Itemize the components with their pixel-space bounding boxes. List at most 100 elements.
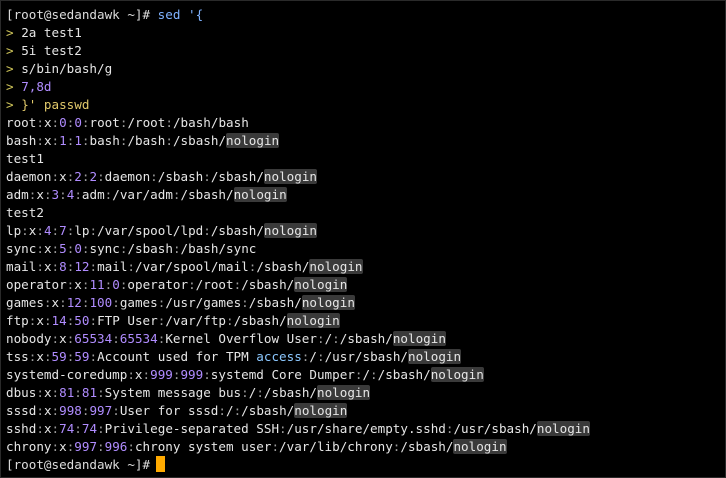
- field-separator: :: [51, 115, 60, 130]
- current-prompt-line[interactable]: [root@sedandawk ~]#: [6, 456, 725, 474]
- field-separator: :: [74, 421, 82, 436]
- text-cursor[interactable]: [156, 456, 166, 472]
- continuation-line: > 7,8d: [6, 78, 725, 96]
- continuation-text: s/bin/bash/g: [21, 61, 113, 76]
- shell-prompt: [root@sedandawk ~]#: [6, 7, 151, 22]
- shell-path: /sbash/: [172, 133, 227, 148]
- field-separator: :: [51, 241, 60, 256]
- field-separator: :: [89, 223, 98, 238]
- field-separator: :: [43, 349, 52, 364]
- field-text: sync: [6, 241, 37, 256]
- field-separator: :: [97, 169, 105, 184]
- field-separator: :: [165, 133, 173, 148]
- field-text: lp: [74, 223, 90, 238]
- continuation-line: > s/bin/bash/g: [6, 60, 725, 78]
- shell-prompt-current: [root@sedandawk ~]#: [6, 457, 151, 472]
- field-text: adm: [6, 187, 29, 202]
- field-separator: :: [97, 421, 105, 436]
- terminal-window[interactable]: [root@sedandawk ~]# sed '{ > 2a test1 > 5…: [0, 0, 726, 478]
- field-separator: :: [97, 439, 105, 454]
- field-text: sssd: [6, 403, 37, 418]
- continuation-marker: >: [6, 25, 14, 40]
- command-line: [root@sedandawk ~]# sed '{: [6, 6, 725, 24]
- field-text: Privilege-separated SSH: [104, 421, 280, 436]
- continuation-marker: >: [6, 61, 14, 76]
- output-line: test2: [6, 205, 44, 220]
- field-separator: :: [43, 187, 52, 202]
- field-separator: :: [127, 259, 136, 274]
- command-output: root:x:0:0:root:/root:/bash/bash bash:x:1…: [6, 114, 725, 456]
- field-text: bash: [89, 133, 120, 148]
- id-number: 100: [89, 295, 113, 310]
- id-number: 12: [74, 259, 90, 274]
- field-text: daemon: [104, 169, 151, 184]
- continuation-text: }' passwd: [21, 97, 90, 112]
- output-line: dbus:x:81:81:System message bus:/:/sbash…: [6, 384, 725, 402]
- field-separator: :: [127, 367, 135, 382]
- field-text: x: [59, 169, 67, 184]
- field-separator: :: [81, 241, 90, 256]
- field-text: /bash: [127, 133, 166, 148]
- nologin-highlight: nologin: [317, 385, 371, 400]
- field-separator: :: [150, 169, 158, 184]
- field-separator: :: [316, 331, 325, 346]
- field-separator: :: [203, 367, 211, 382]
- field-separator: :: [112, 403, 120, 418]
- nologin-highlight: nologin: [263, 223, 317, 238]
- output-line: nobody:x:65534:65534:Kernel Overflow Use…: [6, 330, 725, 348]
- field-text: x: [43, 133, 52, 148]
- field-separator: :: [36, 223, 44, 238]
- field-text: root: [89, 115, 120, 130]
- nologin-highlight: nologin: [226, 133, 280, 148]
- field-text: x: [134, 367, 143, 382]
- field-text: dbus: [6, 385, 37, 400]
- nologin-highlight: nologin: [294, 277, 348, 292]
- id-number: 50: [74, 313, 90, 328]
- field-text: root: [6, 115, 37, 130]
- shell-path: /sbash/: [180, 187, 234, 202]
- id-number: 3: [51, 187, 60, 202]
- field-text: /sbash: [127, 241, 173, 256]
- nologin-highlight: nologin: [294, 403, 348, 418]
- output-line: games:x:12:100:games:/usr/games:/sbash/n…: [6, 294, 725, 312]
- field-text: User for sssd: [119, 403, 219, 418]
- output-line: ftp:x:14:50:FTP User:/var/ftp:/sbash/nol…: [6, 312, 725, 330]
- field-text: mail: [6, 259, 37, 274]
- id-number: 999: [180, 367, 204, 382]
- field-text: /root: [195, 277, 234, 292]
- output-line: lp:x:4:7:lp:/var/spool/lpd:/sbash/nologi…: [6, 222, 725, 240]
- id-number: 65534: [119, 331, 158, 346]
- field-separator: :: [59, 295, 67, 310]
- field-text: ftp: [6, 313, 29, 328]
- field-separator: :: [142, 367, 151, 382]
- field-text: Account used for TPM: [97, 349, 257, 364]
- shell-path: /sbash/: [263, 385, 317, 400]
- output-line: bash:x:1:1:bash:/bash:/sbash/nologin: [6, 132, 725, 150]
- output-line: test1: [6, 151, 44, 166]
- field-separator: :: [203, 223, 211, 238]
- field-separator: :: [271, 439, 280, 454]
- id-number: 8: [59, 259, 67, 274]
- field-text: x: [43, 421, 52, 436]
- output-line: tss:x:59:59:Account used for TPM access:…: [6, 348, 725, 366]
- id-number: 74: [81, 421, 98, 436]
- field-text: mail: [97, 259, 128, 274]
- field-separator: :: [256, 385, 264, 400]
- output-line: sync:x:5:0:sync:/sbash:/bash/sync: [6, 240, 725, 258]
- id-number: 0: [74, 115, 82, 130]
- field-separator: :: [36, 241, 44, 256]
- field-separator: :: [51, 331, 60, 346]
- field-separator: :: [332, 331, 340, 346]
- field-separator: :: [279, 421, 287, 436]
- output-line: root:x:0:0:root:/root:/bash/bash: [6, 114, 725, 132]
- shell-path: /usr/sbash/: [453, 421, 537, 436]
- shell-path: /sbash/: [241, 277, 295, 292]
- field-separator: :: [43, 313, 52, 328]
- field-text: x: [36, 349, 44, 364]
- field-text: Kernel Overflow User: [165, 331, 317, 346]
- nologin-highlight: nologin: [430, 367, 484, 382]
- field-text: chrony system user: [134, 439, 272, 454]
- output-line: mail:x:8:12:mail:/var/spool/mail:/sbash/…: [6, 258, 725, 276]
- shell-path: /sbash/: [210, 223, 264, 238]
- field-text: sync: [89, 241, 120, 256]
